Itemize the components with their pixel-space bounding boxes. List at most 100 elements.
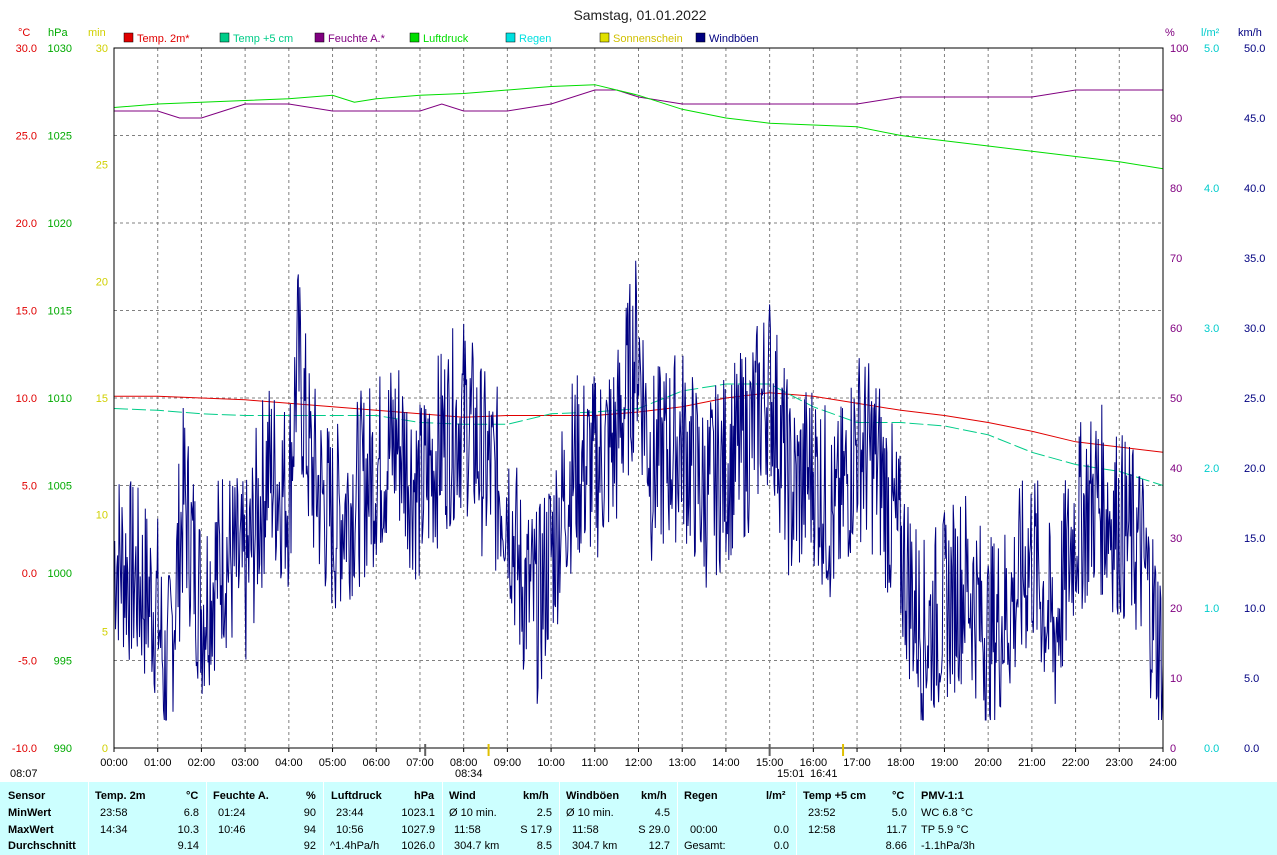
- x-tick-label: 13:00: [668, 757, 696, 769]
- wind-max-time: 11:58: [454, 824, 481, 836]
- x-tick-label: 09:00: [494, 757, 522, 769]
- humidity-tick-label: 0: [1170, 743, 1176, 755]
- windboeen-unit: km/h: [641, 790, 667, 802]
- wind-tick-label: 20.0: [1244, 463, 1265, 475]
- temp-tick-label: 25.0: [16, 131, 37, 143]
- pmv-windchill: WC 6.8 °C: [921, 807, 974, 819]
- temp2m-max-time: 14:34: [100, 824, 128, 836]
- windboeen-avg10: 4.5: [654, 807, 670, 819]
- regen-unit: l/m²: [766, 790, 786, 802]
- pressure-tick-label: 1005: [48, 481, 72, 493]
- minutes-tick-label: 25: [96, 160, 108, 172]
- x-tick-label: 21:00: [1018, 757, 1046, 769]
- temp5cm-min-time: 23:52: [808, 807, 836, 819]
- pressure-tick-label: 1000: [48, 568, 72, 580]
- windboeen-max: S 29.0: [638, 824, 670, 836]
- column-divider: [677, 782, 678, 855]
- legend-swatch: [123, 32, 134, 43]
- wind-tick-label: 5.0: [1244, 673, 1259, 685]
- wind-distance: 304.7 km: [454, 840, 500, 852]
- feuchte-max-time: 10:46: [218, 824, 246, 836]
- regen-total-label: Gesamt:: [684, 840, 726, 852]
- x-tick-label: 23:00: [1106, 757, 1134, 769]
- marker-right-time: 16:41: [810, 768, 838, 780]
- legend-label: Windböen: [709, 33, 759, 45]
- temp2m-avg: 9.14: [177, 840, 199, 852]
- column-divider: [796, 782, 797, 855]
- luftdruck-min-time: 23:44: [336, 807, 364, 819]
- weather-chart: Samstag, 01.01.2022 Temp. 2m* Temp +5 cm F…: [10, 7, 1265, 780]
- humidity-tick-label: 30: [1170, 533, 1182, 545]
- chart-grid: [114, 48, 1163, 748]
- temp-tick-label: 0.0: [22, 568, 37, 580]
- x-tick-label: 20:00: [974, 757, 1002, 769]
- chart-title: Samstag, 01.01.2022: [573, 7, 706, 23]
- pressure-tick-label: 1015: [48, 306, 72, 318]
- minutes-tick-label: 20: [96, 276, 108, 288]
- luftdruck-trend: ^1.4hPa/h: [330, 840, 380, 852]
- x-tick-label: 22:00: [1062, 757, 1090, 769]
- row-label-avg: Durchschnitt: [8, 840, 76, 852]
- wind-tick-label: 10.0: [1244, 603, 1265, 615]
- wind-tick-label: 35.0: [1244, 253, 1265, 265]
- temp-axis-unit: °C: [18, 27, 30, 39]
- column-divider: [323, 782, 324, 855]
- pressure-tick-label: 1030: [48, 43, 72, 55]
- temp5cm-max: 11.7: [886, 824, 907, 836]
- column-divider: [88, 782, 89, 855]
- legend-swatch: [314, 32, 325, 43]
- luftdruck-max-time: 10:56: [336, 824, 364, 836]
- wind-avg: 8.5: [536, 840, 552, 852]
- marker-mid-b-time: 15:01: [777, 768, 805, 780]
- temp2m-min-time: 23:58: [100, 807, 128, 819]
- pmv-dewpoint: TP 5.9 °C: [921, 824, 969, 836]
- x-tick-label: 24:00: [1149, 757, 1177, 769]
- humidity-axis-unit: %: [1165, 27, 1175, 39]
- statistics-table: Sensor MinWert MaxWert Durchschnitt Temp…: [0, 782, 1277, 855]
- row-label-max: MaxWert: [8, 824, 54, 836]
- minutes-tick-label: 10: [96, 510, 108, 522]
- legend-swatch: [695, 32, 706, 43]
- feuchte-header: Feuchte A.: [213, 790, 269, 802]
- minutes-tick-label: 5: [102, 626, 108, 638]
- humidity-tick-label: 60: [1170, 323, 1182, 335]
- rain-axis-unit: l/m²: [1201, 27, 1220, 39]
- legend-label: Sonnenschein: [613, 33, 683, 45]
- legend-label: Luftdruck: [423, 33, 469, 45]
- feuchte-avg: 92: [303, 840, 316, 852]
- pressure-tick-label: 990: [54, 743, 72, 755]
- x-tick-label: 10:00: [537, 757, 565, 769]
- temp-tick-label: 20.0: [16, 218, 37, 230]
- luftdruck-header: Luftdruck: [331, 790, 382, 802]
- temp5cm-unit: °C: [892, 790, 905, 802]
- wind-tick-label: 25.0: [1244, 393, 1265, 405]
- pressure-axis-unit: hPa: [48, 27, 68, 39]
- rain-tick-label: 0.0: [1204, 743, 1219, 755]
- row-label-min: MinWert: [8, 807, 52, 819]
- row-label-sensor: Sensor: [8, 790, 46, 802]
- luftdruck-unit: hPa: [414, 790, 435, 802]
- minutes-tick-label: 30: [96, 43, 108, 55]
- x-tick-label: 01:00: [144, 757, 172, 769]
- temp2m-header: Temp. 2m: [95, 790, 146, 802]
- column-divider: [559, 782, 560, 855]
- x-tick-label: 07:00: [406, 757, 434, 769]
- pmv-pressure-trend: -1.1hPa/3h: [921, 840, 975, 852]
- minutes-tick-label: 0: [102, 743, 108, 755]
- pressure-tick-label: 1020: [48, 218, 72, 230]
- temp5cm-max-time: 12:58: [808, 824, 836, 836]
- regen-max: 0.0: [773, 824, 789, 836]
- column-divider: [206, 782, 207, 855]
- series-windboeen: [113, 260, 1164, 721]
- rain-tick-label: 2.0: [1204, 463, 1219, 475]
- right-axis-ticks: 10090807060504030201005.04.03.02.01.00.0…: [1170, 43, 1265, 755]
- temp5cm-avg: 8.66: [885, 840, 907, 852]
- x-tick-label: 18:00: [887, 757, 915, 769]
- chart-legend: Temp. 2m* Temp +5 cm Feuchte A.* Luftdruck R…: [123, 32, 759, 45]
- windboeen-avg10-label: Ø 10 min.: [566, 807, 614, 819]
- temp5cm-min: 5.0: [891, 807, 907, 819]
- x-tick-label: 17:00: [843, 757, 871, 769]
- x-tick-label: 02:00: [188, 757, 216, 769]
- x-axis-ticks: 00:00 01:00 02:00 03:00 04:00 05:00 06:00 07:00…: [100, 748, 1177, 769]
- x-tick-label: 14:00: [712, 757, 740, 769]
